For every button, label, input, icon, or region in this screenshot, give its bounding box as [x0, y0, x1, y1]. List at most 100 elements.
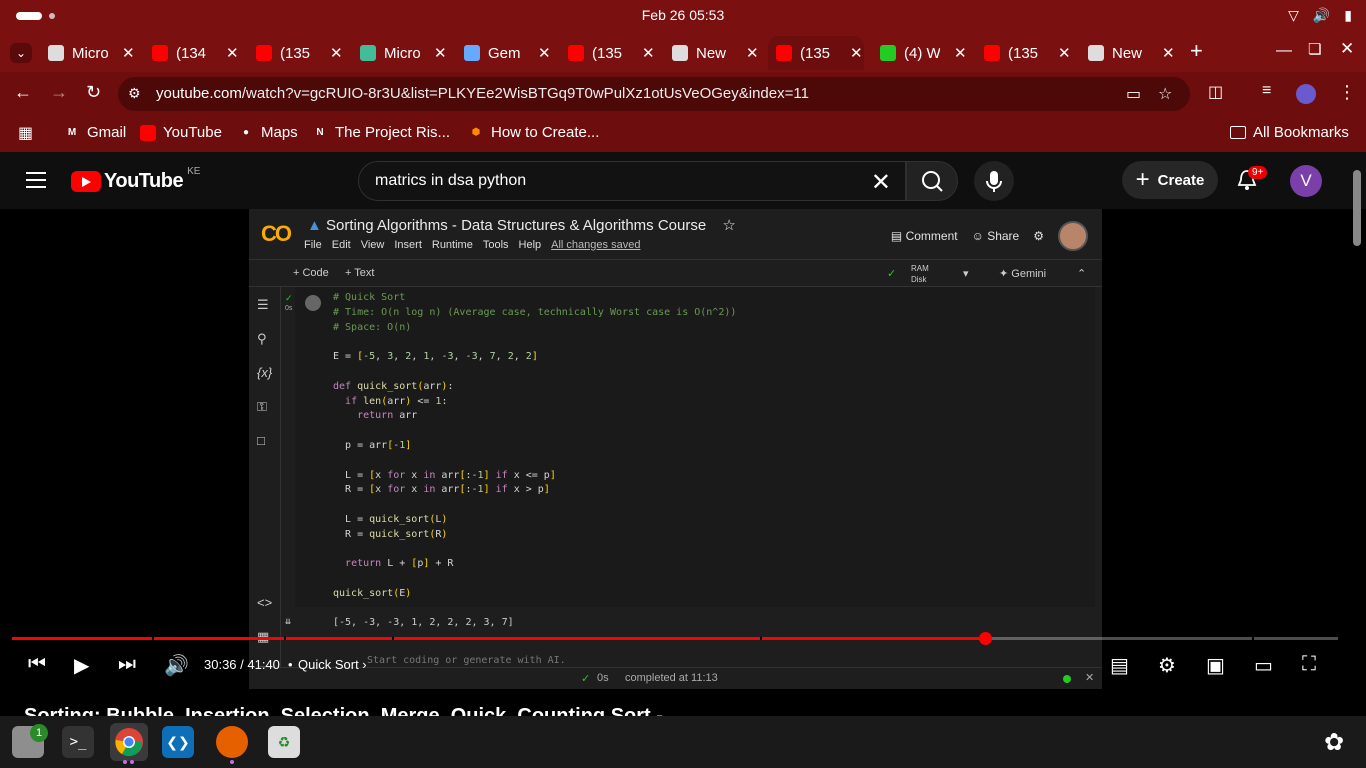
connected-check-icon: ✓: [887, 268, 897, 280]
gemini-icon: [464, 45, 480, 61]
account-avatar[interactable]: V: [1290, 165, 1322, 197]
tab[interactable]: New ✕: [1080, 36, 1176, 70]
tab[interactable]: (4) W ✕: [872, 36, 968, 70]
back-button[interactable]: ←: [14, 82, 32, 103]
forward-button[interactable]: →: [50, 82, 68, 103]
tab[interactable]: (135 ✕: [768, 36, 864, 70]
create-button[interactable]: + Create: [1122, 161, 1218, 199]
tab[interactable]: Micro ✕: [352, 36, 448, 70]
minimize-button[interactable]: —: [1276, 42, 1292, 60]
taskbar: 1 >_ ❮❯ ♻ ✿: [0, 716, 1366, 768]
navigation-bar: ← → ↻ ⚙ youtube.com/watch?v=gcRUIO-8r3U&…: [0, 72, 1366, 116]
close-tab-icon[interactable]: ✕: [1058, 44, 1071, 62]
vscode-app-icon[interactable]: ❮❯: [162, 726, 194, 758]
chapter-marker: [760, 637, 762, 640]
tab-search-button[interactable]: ⌄: [10, 43, 32, 63]
address-bar[interactable]: ⚙ youtube.com/watch?v=gcRUIO-8r3U&list=P…: [118, 77, 1190, 111]
search-box[interactable]: matrics in dsa python ✕: [358, 161, 906, 201]
tab[interactable]: (135 ✕: [560, 36, 656, 70]
close-tab-icon[interactable]: ✕: [330, 44, 343, 62]
colab-user-avatar: [1058, 221, 1088, 251]
close-tab-icon[interactable]: ✕: [954, 44, 967, 62]
tab-label: Micro: [384, 44, 420, 62]
youtube-icon: ▶: [140, 124, 156, 141]
notebook-menu: File Edit View Insert Runtime Tools Help All ch…: [304, 239, 640, 251]
bookmark-item[interactable]: N The Project Ris...: [312, 124, 450, 141]
youtube-icon: [568, 45, 584, 61]
terminal-app-icon[interactable]: >_: [62, 726, 94, 758]
profile-icon[interactable]: [1296, 84, 1316, 104]
site-info-icon[interactable]: ⚙: [128, 85, 141, 102]
tab[interactable]: New ✕: [664, 36, 760, 70]
close-tab-icon[interactable]: ✕: [642, 44, 655, 62]
install-app-icon[interactable]: ▭: [1126, 84, 1141, 104]
site-icon: ⬢: [471, 127, 481, 138]
chapter-button[interactable]: Quick Sort ›: [298, 657, 367, 672]
volume-icon: 🔊: [1312, 7, 1331, 23]
video-player[interactable]: CO ▲ Sorting Algorithms - Data Structure…: [249, 209, 1102, 689]
bookmark-item[interactable]: ● Maps: [238, 124, 298, 141]
miniplayer-icon[interactable]: ▣: [1206, 653, 1225, 678]
close-tab-icon[interactable]: ✕: [226, 44, 239, 62]
settings-icon[interactable]: ⚙: [1158, 653, 1176, 678]
maximize-button[interactable]: ❏: [1308, 40, 1321, 58]
battery-icon: ▮: [1344, 7, 1352, 23]
youtube-header: YouTube KE matrics in dsa python ✕ + Crea…: [0, 152, 1366, 209]
bookmark-star-icon[interactable]: ☆: [1158, 84, 1172, 104]
fullscreen-icon[interactable]: ⛶: [1302, 653, 1316, 676]
close-tab-icon[interactable]: ✕: [1162, 44, 1175, 62]
video-progress-bar[interactable]: [12, 632, 1338, 645]
previous-icon[interactable]: ⏮: [28, 653, 46, 676]
trash-app-icon[interactable]: ♻: [268, 726, 300, 758]
chapter-marker: [1252, 637, 1254, 640]
tab[interactable]: Micro ✕: [40, 36, 136, 70]
volume-icon[interactable]: 🔊: [164, 653, 189, 678]
apps-grid-icon[interactable]: ▦: [18, 123, 33, 143]
youtube-logo[interactable]: YouTube KE: [71, 166, 200, 193]
url-text[interactable]: youtube.com/watch?v=gcRUIO-8r3U&list=PLK…: [156, 85, 809, 102]
subtitles-icon[interactable]: ▤: [1110, 653, 1129, 678]
add-text-button: + Text: [345, 267, 375, 279]
play-icon[interactable]: ▶: [74, 653, 89, 678]
bookmark-label: Gmail: [87, 124, 127, 141]
new-tab-button[interactable]: +: [1190, 38, 1203, 64]
menu-icon[interactable]: [26, 172, 46, 188]
search-input[interactable]: matrics in dsa python: [375, 172, 526, 190]
app-grid-icon[interactable]: ✿: [1324, 728, 1344, 757]
bookmark-label: YouTube: [163, 124, 222, 141]
close-tab-icon[interactable]: ✕: [538, 44, 551, 62]
next-icon[interactable]: ⏭: [118, 653, 136, 676]
bookmark-item[interactable]: ⬢ How to Create...: [468, 124, 600, 141]
close-window-button[interactable]: ✕: [1340, 39, 1354, 59]
theater-mode-icon[interactable]: ▭: [1254, 653, 1273, 678]
tab[interactable]: Gem ✕: [456, 36, 552, 70]
search-button[interactable]: [906, 161, 958, 201]
chrome-app-icon[interactable]: [110, 723, 148, 761]
system-tray[interactable]: ▽ 🔊 ▮: [1288, 7, 1352, 24]
voice-search-button[interactable]: [974, 161, 1014, 201]
tab[interactable]: (135 ✕: [248, 36, 344, 70]
bookmark-item[interactable]: M Gmail: [64, 124, 126, 141]
page-scrollbar[interactable]: [1351, 160, 1363, 690]
reload-button[interactable]: ↻: [86, 82, 101, 103]
country-code: KE: [187, 166, 201, 177]
chrome-menu-icon[interactable]: ⋮: [1338, 82, 1356, 103]
close-tab-icon[interactable]: ✕: [434, 44, 447, 62]
close-tab-icon[interactable]: ✕: [746, 44, 759, 62]
settings-gear-icon: ⚙: [1033, 229, 1044, 243]
close-tab-icon[interactable]: ✕: [850, 44, 863, 62]
tab[interactable]: (135 ✕: [976, 36, 1072, 70]
clock[interactable]: Feb 26 05:53: [0, 7, 1366, 23]
media-control-icon[interactable]: ≡: [1262, 82, 1271, 100]
close-tab-icon[interactable]: ✕: [122, 44, 135, 62]
tab[interactable]: (134 ✕: [144, 36, 240, 70]
all-bookmarks-label: All Bookmarks: [1253, 124, 1349, 141]
extensions-icon[interactable]: ◫: [1208, 82, 1223, 102]
bookmark-item[interactable]: ▶ YouTube: [140, 124, 222, 141]
clear-search-icon[interactable]: ✕: [871, 168, 891, 197]
all-bookmarks-button[interactable]: All Bookmarks: [1230, 124, 1349, 141]
chapter-marker: [284, 637, 286, 640]
bookmarks-bar: ▦ M Gmail ▶ YouTube ● Maps N The Project Ris...…: [0, 116, 1366, 152]
scrollbar-thumb[interactable]: [1353, 170, 1361, 246]
firefox-app-icon[interactable]: [216, 726, 248, 758]
